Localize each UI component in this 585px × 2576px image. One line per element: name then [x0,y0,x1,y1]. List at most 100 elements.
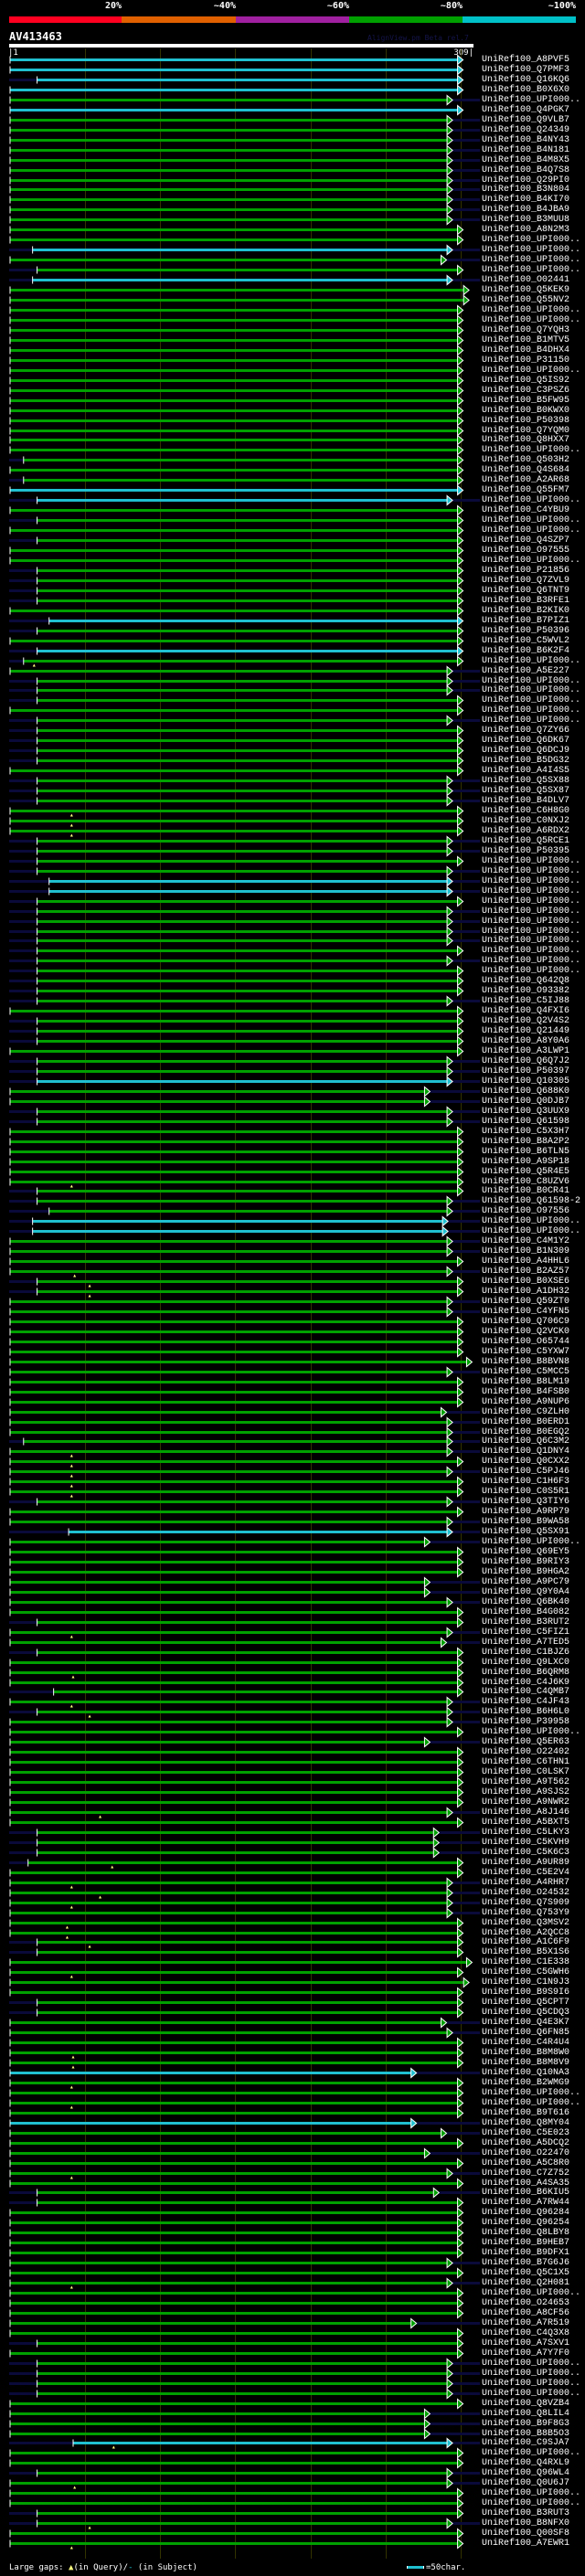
hit-label-204[interactable]: UniRef100_UPI000.. [482,2098,580,2108]
hit-label-177[interactable]: UniRef100_C5LKY3 [482,1828,569,1838]
hit-label-170[interactable]: UniRef100_C6THN1 [482,1757,569,1767]
hit-label-149[interactable]: UniRef100_Q69EY5 [482,1547,569,1557]
hit-label-230[interactable]: UniRef100_UPI000.. [482,2359,580,2369]
hit-label-220[interactable]: UniRef100_B7G6J6 [482,2258,569,2268]
hit-label-114[interactable]: UniRef100_Q61598-2 [482,1196,580,1206]
hit-label-85[interactable]: UniRef100_UPI000.. [482,906,580,917]
hit-label-165[interactable]: UniRef100_B6H6L0 [482,1707,569,1717]
hit-label-210[interactable]: UniRef100_A5C8R0 [482,2158,569,2168]
hit-label-110[interactable]: UniRef100_A9SP18 [482,1157,569,1167]
hit-label-91[interactable]: UniRef100_UPI000.. [482,966,580,976]
hit-label-123[interactable]: UniRef100_A1DH32 [482,1287,569,1297]
hit-label-73[interactable]: UniRef100_Q5SX87 [482,786,569,796]
hit-label-61[interactable]: UniRef100_A5E227 [482,666,569,676]
hit-label-191[interactable]: UniRef100_C5GWH6 [482,1967,569,1977]
hit-label-211[interactable]: UniRef100_C7Z752 [482,2168,569,2178]
hit-label-246[interactable]: UniRef100_B8NFX0 [482,2518,569,2528]
hit-label-36[interactable]: UniRef100_P50398 [482,416,569,426]
hit-label-20[interactable]: UniRef100_UPI000.. [482,255,580,265]
hit-label-107[interactable]: UniRef100_C5X3H7 [482,1127,569,1137]
hit-label-108[interactable]: UniRef100_B8A2P2 [482,1137,569,1147]
hit-label-215[interactable]: UniRef100_Q96284 [482,2208,569,2218]
hit-label-25[interactable]: UniRef100_UPI000.. [482,305,580,315]
hit-label-160[interactable]: UniRef100_Q9LXC0 [482,1658,569,1668]
hit-label-34[interactable]: UniRef100_B5FW95 [482,396,569,406]
hit-label-213[interactable]: UniRef100_B6KIU5 [482,2188,569,2198]
hit-label-63[interactable]: UniRef100_UPI000.. [482,685,580,695]
hit-label-88[interactable]: UniRef100_UPI000.. [482,936,580,946]
hit-label-196[interactable]: UniRef100_Q4E3K7 [482,2018,569,2028]
hit-label-194[interactable]: UniRef100_Q5CPT7 [482,1998,569,2008]
hit-label-97[interactable]: UniRef100_Q21449 [482,1026,569,1036]
hit-label-192[interactable]: UniRef100_C1N9J3 [482,1977,569,1988]
hit-label-47[interactable]: UniRef100_UPI000.. [482,525,580,535]
hit-label-32[interactable]: UniRef100_Q5IS92 [482,376,569,386]
hit-label-115[interactable]: UniRef100_O97556 [482,1206,569,1216]
hit-label-130[interactable]: UniRef100_B8BVN8 [482,1357,569,1367]
hit-label-58[interactable]: UniRef100_C5WVL2 [482,636,569,646]
hit-label-207[interactable]: UniRef100_C5E023 [482,2128,569,2138]
hit-label-202[interactable]: UniRef100_B2WMG9 [482,2078,569,2088]
hit-label-72[interactable]: UniRef100_Q5SX88 [482,776,569,786]
hit-label-13[interactable]: UniRef100_B3N804 [482,185,569,195]
hit-label-174[interactable]: UniRef100_A9NWR2 [482,1797,569,1807]
hit-label-70[interactable]: UniRef100_B5DG32 [482,756,569,766]
hit-label-29[interactable]: UniRef100_B4DHX4 [482,345,569,355]
hit-label-38[interactable]: UniRef100_Q8HXX7 [482,435,569,445]
hit-label-39[interactable]: UniRef100_UPI000.. [482,445,580,455]
hit-label-154[interactable]: UniRef100_Q6BK40 [482,1597,569,1607]
hit-label-138[interactable]: UniRef100_Q6C3M2 [482,1436,569,1447]
hit-label-190[interactable]: UniRef100_C1E338 [482,1957,569,1967]
hit-label-98[interactable]: UniRef100_A8Y0A6 [482,1036,569,1046]
hit-label-102[interactable]: UniRef100_Q10305 [482,1076,569,1087]
hit-label-141[interactable]: UniRef100_C5PJ46 [482,1467,569,1477]
hit-label-2[interactable]: UniRef100_Q16KQ6 [482,75,569,85]
hit-label-133[interactable]: UniRef100_B4FSB0 [482,1387,569,1397]
hit-label-44[interactable]: UniRef100_UPI000.. [482,495,580,505]
hit-label-235[interactable]: UniRef100_Q8LIL4 [482,2409,569,2419]
hit-label-128[interactable]: UniRef100_O65744 [482,1337,569,1347]
hit-label-158[interactable]: UniRef100_A7TED5 [482,1638,569,1648]
hit-label-125[interactable]: UniRef100_C4YFN5 [482,1307,569,1317]
hit-label-183[interactable]: UniRef100_O24532 [482,1888,569,1898]
hit-label-117[interactable]: UniRef100_UPI000.. [482,1226,580,1236]
hit-label-173[interactable]: UniRef100_A9SJS2 [482,1787,569,1797]
hit-label-238[interactable]: UniRef100_C9SJA7 [482,2438,569,2448]
hit-label-184[interactable]: UniRef100_Q7S909 [482,1898,569,1908]
hit-label-121[interactable]: UniRef100_B2AZ57 [482,1267,569,1277]
hit-label-151[interactable]: UniRef100_B9HGA2 [482,1567,569,1577]
hit-label-172[interactable]: UniRef100_A9T562 [482,1777,569,1787]
hit-label-52[interactable]: UniRef100_Q7ZVL9 [482,576,569,586]
hit-label-65[interactable]: UniRef100_UPI000.. [482,705,580,716]
hit-label-227[interactable]: UniRef100_C4Q3X8 [482,2328,569,2338]
hit-label-208[interactable]: UniRef100_A5DCQ2 [482,2138,569,2148]
hit-label-103[interactable]: UniRef100_Q688K0 [482,1087,569,1097]
hit-label-242[interactable]: UniRef100_Q0U6J7 [482,2478,569,2488]
hit-label-101[interactable]: UniRef100_P50397 [482,1066,569,1076]
hit-label-199[interactable]: UniRef100_B8M8W0 [482,2048,569,2058]
hit-label-96[interactable]: UniRef100_Q2V4S2 [482,1016,569,1026]
hit-label-111[interactable]: UniRef100_Q5R4E5 [482,1167,569,1177]
hit-label-140[interactable]: UniRef100_Q0CXX2 [482,1457,569,1467]
hit-label-84[interactable]: UniRef100_UPI000.. [482,896,580,906]
hit-label-1[interactable]: UniRef100_Q7PMF3 [482,65,569,75]
hit-label-14[interactable]: UniRef100_B4KI70 [482,195,569,205]
hit-label-7[interactable]: UniRef100_Q24349 [482,125,569,135]
hit-label-171[interactable]: UniRef100_C0LSK7 [482,1767,569,1777]
hit-label-176[interactable]: UniRef100_A5BXT5 [482,1818,569,1828]
hit-label-45[interactable]: UniRef100_C4YBU9 [482,505,569,515]
hit-label-169[interactable]: UniRef100_O22402 [482,1747,569,1757]
hit-label-245[interactable]: UniRef100_B3RUT3 [482,2508,569,2518]
hit-label-66[interactable]: UniRef100_UPI000.. [482,716,580,726]
hit-label-35[interactable]: UniRef100_B0KWX0 [482,406,569,416]
hit-label-175[interactable]: UniRef100_A8J146 [482,1807,569,1818]
hit-label-46[interactable]: UniRef100_UPI000.. [482,515,580,525]
hit-label-167[interactable]: UniRef100_UPI000.. [482,1727,580,1737]
hit-label-19[interactable]: UniRef100_UPI000.. [482,245,580,255]
hit-label-83[interactable]: UniRef100_UPI000.. [482,886,580,896]
hit-label-164[interactable]: UniRef100_C4JF43 [482,1697,569,1707]
hit-label-185[interactable]: UniRef100_Q753Y9 [482,1908,569,1918]
hit-label-51[interactable]: UniRef100_P21856 [482,566,569,576]
hit-label-113[interactable]: UniRef100_B0CR41 [482,1186,569,1196]
hit-label-224[interactable]: UniRef100_O24653 [482,2298,569,2308]
